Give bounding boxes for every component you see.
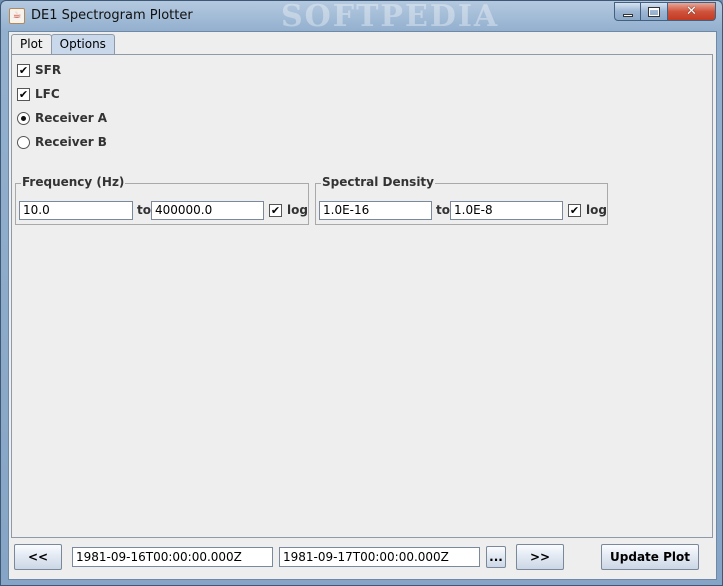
tab-strip: Plot Options	[11, 34, 115, 55]
java-cup-icon: ☕	[9, 8, 25, 24]
frequency-to-label: to	[137, 203, 151, 217]
frequency-log-label: log	[287, 203, 308, 217]
sfr-label: SFR	[35, 63, 62, 77]
close-icon: ✕	[686, 4, 697, 19]
tab-options[interactable]: Options	[50, 34, 115, 55]
maximize-icon	[648, 6, 660, 17]
minimize-icon	[622, 14, 633, 17]
receiver-b-option[interactable]: Receiver B	[17, 133, 107, 151]
frequency-log-option[interactable]: ✔ log	[269, 203, 308, 217]
title-bar[interactable]: ☕ DE1 Spectrogram Plotter SOFTPEDIA ✕	[1, 0, 722, 34]
client-area: Plot Options ✔ SFR ✔ LFC Receiver A Rece…	[8, 31, 717, 580]
frequency-group-title: Frequency (Hz)	[21, 175, 126, 189]
frequency-group: Frequency (Hz) 10.0 to 400000.0 ✔ log	[15, 175, 309, 225]
watermark: SOFTPEDIA	[281, 0, 500, 34]
next-button[interactable]: >>	[516, 544, 564, 570]
receiver-a-label: Receiver A	[35, 111, 108, 125]
spectral-density-to-label: to	[436, 203, 450, 217]
previous-button[interactable]: <<	[14, 544, 62, 570]
lfc-label: LFC	[35, 87, 60, 101]
window-title: DE1 Spectrogram Plotter	[31, 8, 193, 23]
receiver-a-radio[interactable]	[17, 111, 30, 125]
spectral-density-log-option[interactable]: ✔ log	[568, 203, 607, 217]
app-window: ☕ DE1 Spectrogram Plotter SOFTPEDIA ✕ Pl…	[0, 0, 723, 586]
sfr-option[interactable]: ✔ SFR	[17, 61, 61, 79]
spectral-density-to-input[interactable]: 1.0E-8	[450, 201, 563, 220]
spectral-density-from-input[interactable]: 1.0E-16	[319, 201, 432, 220]
lfc-option[interactable]: ✔ LFC	[17, 85, 60, 103]
options-panel: ✔ SFR ✔ LFC Receiver A Receiver B Freque…	[11, 54, 713, 538]
spectral-density-group: Spectral Density 1.0E-16 to 1.0E-8 ✔ log	[315, 175, 608, 225]
tab-plot[interactable]: Plot	[11, 34, 52, 55]
spectral-density-log-checkbox[interactable]: ✔	[568, 203, 581, 217]
spectral-density-log-label: log	[586, 203, 607, 217]
frequency-from-input[interactable]: 10.0	[19, 201, 133, 220]
spectral-density-group-title: Spectral Density	[321, 175, 435, 189]
time-navigation-bar: << 1981-09-16T00:00:00.000Z 1981-09-17T0…	[14, 544, 699, 570]
frequency-log-checkbox[interactable]: ✔	[269, 203, 282, 217]
start-time-input[interactable]: 1981-09-16T00:00:00.000Z	[72, 547, 273, 567]
lfc-checkbox[interactable]: ✔	[17, 87, 30, 101]
minimize-button[interactable]	[614, 2, 641, 21]
update-plot-button[interactable]: Update Plot	[601, 544, 699, 570]
browse-time-button[interactable]: ...	[486, 546, 506, 568]
receiver-b-label: Receiver B	[35, 135, 107, 149]
receiver-b-radio[interactable]	[17, 135, 30, 149]
receiver-a-option[interactable]: Receiver A	[17, 109, 107, 127]
close-button[interactable]: ✕	[668, 2, 716, 21]
maximize-button[interactable]	[641, 2, 668, 21]
frequency-to-input[interactable]: 400000.0	[151, 201, 264, 220]
sfr-checkbox[interactable]: ✔	[17, 63, 30, 77]
end-time-input[interactable]: 1981-09-17T00:00:00.000Z	[279, 547, 480, 567]
